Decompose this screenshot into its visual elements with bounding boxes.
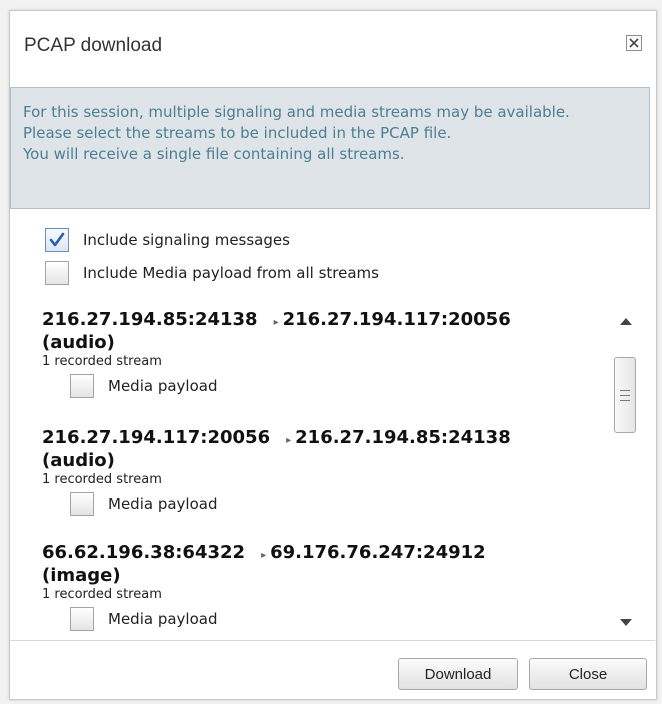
media-payload-checkbox[interactable] [70,492,94,516]
close-icon [629,38,639,48]
stream-item: 66.62.196.38:64322 ▸ 69.176.76.247:24912 (… [42,543,598,631]
scroll-up-button[interactable] [608,306,644,336]
chevron-up-icon [620,318,632,325]
media-payload-option[interactable]: Media payload [70,607,598,631]
media-payload-label: Media payload [108,495,218,513]
stream-count: 1 recorded stream [42,472,162,487]
include-signaling-checkbox[interactable] [45,228,69,252]
include-media-checkbox[interactable] [45,261,69,285]
dialog-title: PCAP download [24,35,163,56]
info-line: You will receive a single file containin… [23,145,405,163]
check-icon [49,232,65,247]
media-payload-checkbox[interactable] [70,607,94,631]
stream-source: 66.62.196.38:64322 [42,542,246,563]
scroll-down-button[interactable] [608,608,644,638]
arrow-icon: ▸ [261,550,267,561]
stream-source: 216.27.194.85:24138 [42,309,258,330]
stream-count: 1 recorded stream [42,354,162,369]
info-panel: For this session, multiple signaling and… [10,87,650,209]
stream-source: 216.27.194.117:20056 [42,427,271,448]
grip-line [620,395,630,396]
scroll-thumb[interactable] [614,357,636,433]
footer-divider [9,640,655,641]
arrow-icon: ▸ [286,435,292,446]
chevron-down-icon [620,619,632,626]
arrow-icon: ▸ [273,317,279,328]
media-payload-label: Media payload [108,610,218,628]
info-line: Please select the streams to be included… [23,124,452,142]
close-dialog-button[interactable] [626,35,642,51]
grip-line [620,400,630,401]
close-button[interactable]: Close [529,658,647,690]
stream-destination: 216.27.194.85:24138 [295,427,511,448]
stream-kind: (audio) [42,332,115,353]
media-payload-checkbox[interactable] [70,374,94,398]
stream-kind: (audio) [42,450,115,471]
stream-item: 216.27.194.85:24138 ▸ 216.27.194.117:20056… [42,310,598,398]
include-media-option[interactable]: Include Media payload from all streams [45,259,379,287]
stream-list-scrollbar[interactable] [608,306,644,640]
info-line: For this session, multiple signaling and… [23,103,570,121]
stream-item: 216.27.194.117:20056 ▸ 216.27.194.85:24138… [42,428,598,516]
stream-kind: (image) [42,565,121,586]
include-signaling-label: Include signaling messages [83,231,290,249]
media-payload-label: Media payload [108,377,218,395]
stream-count: 1 recorded stream [42,587,162,602]
download-button[interactable]: Download [398,658,518,690]
media-payload-option[interactable]: Media payload [70,492,598,516]
stream-list[interactable]: 216.27.194.85:24138 ▸ 216.27.194.117:20056… [32,300,598,640]
grip-line [620,390,630,391]
include-media-label: Include Media payload from all streams [83,264,379,282]
stream-destination: 216.27.194.117:20056 [282,309,511,330]
media-payload-option[interactable]: Media payload [70,374,598,398]
stream-destination: 69.176.76.247:24912 [270,542,486,563]
include-signaling-option[interactable]: Include signaling messages [45,226,290,254]
